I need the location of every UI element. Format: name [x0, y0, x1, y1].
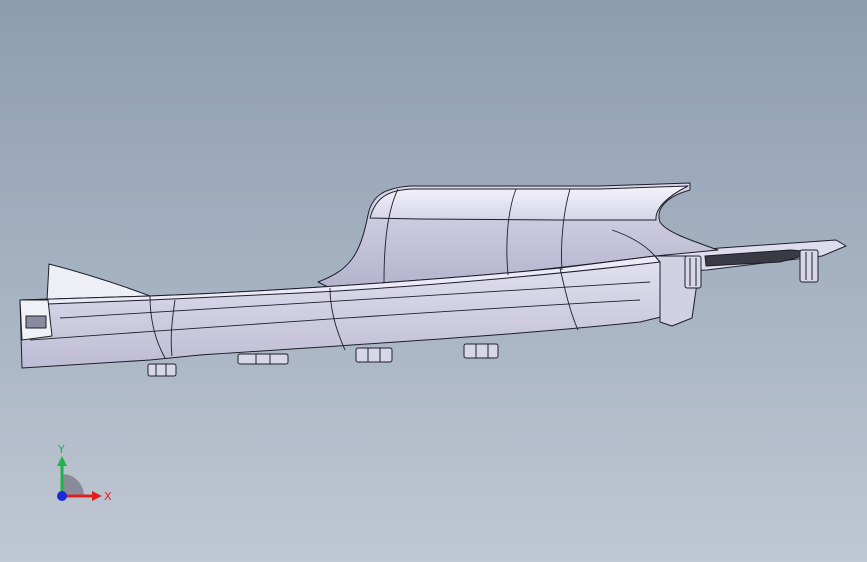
- x-axis-label: X: [104, 490, 112, 503]
- rear-slot: [25, 315, 47, 329]
- clip-3: [355, 347, 393, 363]
- rear-fin: [46, 263, 151, 301]
- graphics-viewport[interactable]: Y X: [0, 0, 867, 562]
- clip-1: [147, 363, 177, 377]
- clip-5: [684, 255, 702, 289]
- hood-top-face: [369, 185, 689, 221]
- x-axis-arrow: [92, 491, 102, 501]
- clip-2: [237, 353, 289, 365]
- clip-6: [799, 249, 819, 283]
- y-axis-arrow: [57, 456, 67, 466]
- model-body[interactable]: [19, 182, 847, 369]
- coordinate-triad: Y X: [57, 443, 112, 503]
- y-axis-label: Y: [57, 443, 65, 456]
- clip-4: [463, 343, 499, 359]
- part-3d-model[interactable]: [0, 0, 867, 562]
- z-axis-dot: [57, 491, 67, 501]
